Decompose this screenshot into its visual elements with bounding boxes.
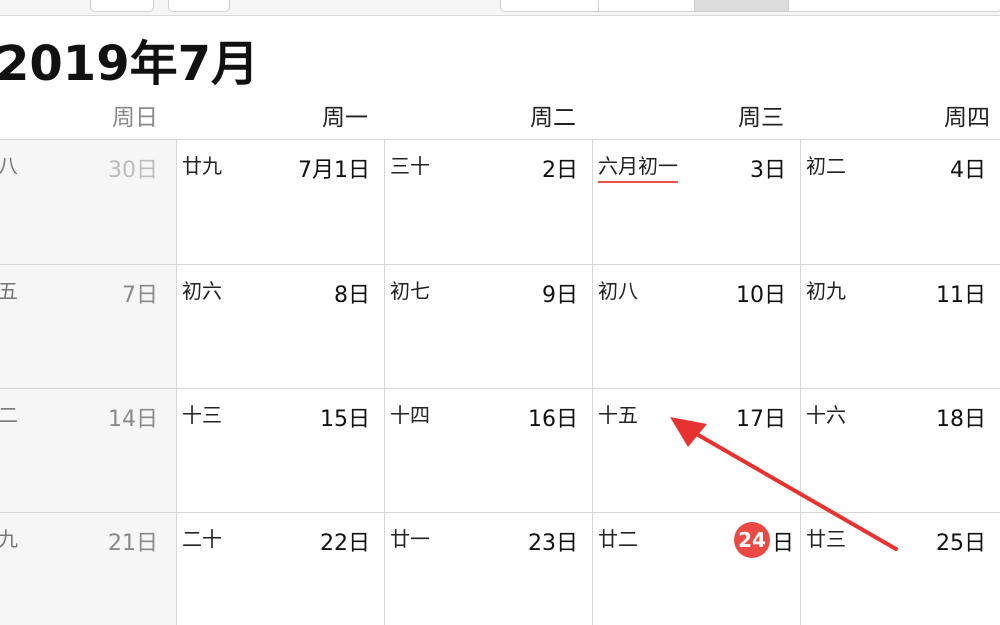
day-number: 21日 — [108, 531, 158, 556]
day-number: 25日 — [936, 531, 986, 556]
lunar-date: 十四 — [390, 403, 430, 427]
day-number: 16日 — [528, 407, 578, 432]
day-cell[interactable]: 初九 11日 — [800, 264, 1000, 388]
day-cell[interactable]: 八 30日 — [0, 139, 176, 264]
lunar-month-start: 六月初一 — [598, 150, 678, 183]
view-switcher — [500, 0, 1000, 12]
day-cell[interactable]: 五 7日 — [0, 264, 176, 388]
day-number: 10日 — [736, 283, 786, 308]
day-cell[interactable]: 十六 18日 — [800, 388, 1000, 512]
weekday-header-tue: 周二 — [530, 105, 576, 131]
day-cell[interactable]: 初七 9日 — [384, 264, 592, 388]
weekday-header-mon: 周一 — [322, 105, 368, 131]
day-number: 15日 — [320, 407, 370, 432]
day-cell-today[interactable]: 廿二 24 日 — [592, 512, 800, 625]
lunar-date: 九 — [0, 527, 18, 551]
day-number: 11日 — [936, 283, 986, 308]
day-number: 22日 — [320, 531, 370, 556]
day-cell[interactable]: 初二 4日 — [800, 139, 1000, 264]
today-button[interactable] — [168, 0, 230, 12]
month-grid: 八 30日 廿九 7月1日 三十 2日 六月初一 3日 初二 4日 五 7日 初… — [0, 139, 1000, 625]
day-cell[interactable]: 廿一 23日 — [384, 512, 592, 625]
day-cell[interactable]: 廿三 25日 — [800, 512, 1000, 625]
view-tab-month[interactable] — [694, 0, 789, 11]
lunar-date: 三十 — [390, 154, 430, 178]
day-number: 30日 — [108, 158, 158, 183]
lunar-date: 五 — [0, 279, 18, 303]
lunar-date: 初六 — [182, 279, 222, 303]
lunar-date: 初七 — [390, 279, 430, 303]
lunar-date: 初二 — [806, 154, 846, 178]
lunar-date: 八 — [0, 154, 18, 178]
day-cell[interactable]: 廿九 7月1日 — [176, 139, 384, 264]
view-tab-year[interactable] — [788, 0, 1000, 11]
day-number: 23日 — [528, 531, 578, 556]
day-number: 9日 — [542, 283, 578, 308]
prev-button[interactable] — [90, 0, 154, 12]
day-number: 2日 — [542, 158, 578, 183]
lunar-date: 十六 — [806, 403, 846, 427]
day-cell[interactable]: 十三 15日 — [176, 388, 384, 512]
day-number: 18日 — [936, 407, 986, 432]
lunar-date: 廿一 — [390, 527, 430, 551]
day-number: 17日 — [736, 407, 786, 432]
weekday-header-thu: 周四 — [944, 105, 990, 131]
lunar-date: 二十 — [182, 527, 222, 551]
toolbar — [0, 0, 1000, 16]
day-cell[interactable]: 十四 16日 — [384, 388, 592, 512]
lunar-date: 十三 — [182, 403, 222, 427]
day-cell[interactable]: 六月初一 3日 — [592, 139, 800, 264]
today-badge: 24 — [734, 522, 770, 558]
day-cell[interactable]: 初八 10日 — [592, 264, 800, 388]
lunar-date: 十五 — [598, 403, 638, 427]
month-title: 2019年7月 — [0, 36, 259, 92]
day-number: 4日 — [950, 158, 986, 183]
weekday-header-wed: 周三 — [738, 105, 784, 131]
day-number: 8日 — [334, 283, 370, 308]
weekday-header-sun: 周日 — [112, 105, 158, 131]
day-suffix: 日 — [771, 531, 794, 556]
day-number: 7日 — [122, 283, 158, 308]
lunar-date: 廿三 — [806, 527, 846, 551]
day-cell[interactable]: 十五 17日 — [592, 388, 800, 512]
day-cell[interactable]: 初六 8日 — [176, 264, 384, 388]
day-cell[interactable]: 二十 22日 — [176, 512, 384, 625]
day-number: 7月1日 — [298, 158, 370, 183]
lunar-date: 廿二 — [598, 527, 638, 551]
day-cell[interactable]: 三十 2日 — [384, 139, 592, 264]
lunar-date: 廿九 — [182, 154, 222, 178]
day-number: 14日 — [108, 407, 158, 432]
lunar-date: 初九 — [806, 279, 846, 303]
lunar-date: 初八 — [598, 279, 638, 303]
view-tab-week[interactable] — [598, 0, 695, 11]
day-number: 3日 — [750, 158, 786, 183]
lunar-date: 二 — [0, 403, 18, 427]
day-cell[interactable]: 九 21日 — [0, 512, 176, 625]
day-cell[interactable]: 二 14日 — [0, 388, 176, 512]
